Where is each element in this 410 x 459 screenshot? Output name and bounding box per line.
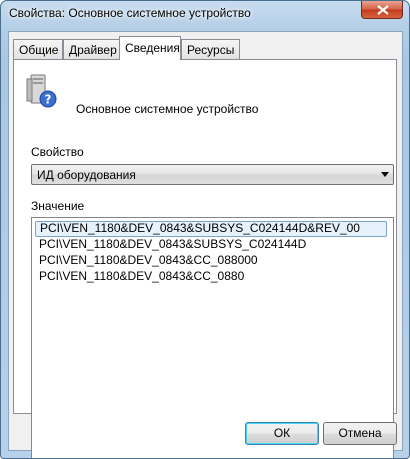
tab-details[interactable]: Сведения: [119, 36, 181, 60]
list-item[interactable]: PCI\VEN_1180&DEV_0843&CC_088000: [35, 253, 387, 269]
tab-general[interactable]: Общие: [13, 39, 63, 59]
ok-label: ОК: [273, 426, 291, 440]
dropdown-arrow-icon: [381, 172, 389, 177]
list-item[interactable]: PCI\VEN_1180&DEV_0843&SUBSYS_C024144D&RE…: [35, 221, 387, 237]
dialog-body: Общие Драйвер Сведения Ресурсы ? Основно…: [8, 31, 403, 458]
close-button[interactable]: [361, 1, 403, 19]
value-label: Значение: [31, 199, 85, 213]
property-dropdown[interactable]: ИД оборудования: [31, 164, 394, 185]
close-icon: [377, 5, 389, 15]
list-item[interactable]: PCI\VEN_1180&DEV_0843&CC_0880: [35, 269, 387, 285]
cancel-label: Отмена: [338, 426, 382, 440]
tab-label: Общие: [19, 43, 59, 57]
tab-label: Драйвер: [69, 43, 117, 57]
details-panel: ? Основное системное устройство Свойство…: [13, 59, 397, 458]
tab-resources[interactable]: Ресурсы: [181, 39, 240, 59]
svg-text:?: ?: [45, 93, 52, 107]
tab-driver[interactable]: Драйвер: [63, 39, 120, 59]
device-name: Основное системное устройство: [76, 102, 259, 116]
title-bar[interactable]: Свойства: Основное системное устройство: [1, 1, 409, 27]
property-selected-value: ИД оборудования: [37, 168, 136, 182]
cancel-button[interactable]: Отмена: [323, 422, 397, 445]
list-item[interactable]: PCI\VEN_1180&DEV_0843&SUBSYS_C024144D: [35, 237, 387, 253]
system-device-icon: ?: [26, 74, 57, 108]
ok-button[interactable]: ОК: [245, 422, 319, 445]
window-title: Свойства: Основное системное устройство: [9, 6, 251, 20]
property-label: Свойство: [31, 145, 84, 159]
properties-window: Свойства: Основное системное устройство …: [0, 0, 410, 459]
tab-label: Сведения: [125, 41, 180, 55]
tab-label: Ресурсы: [187, 43, 235, 57]
